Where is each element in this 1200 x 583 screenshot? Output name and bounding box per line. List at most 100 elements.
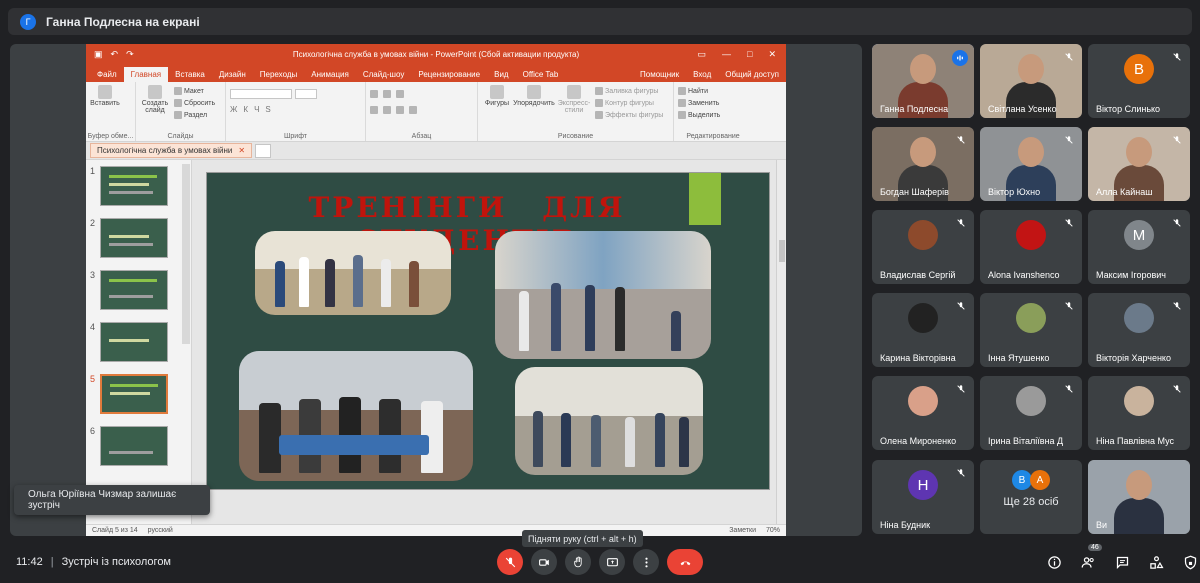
- underline-icon[interactable]: Ч: [254, 105, 259, 114]
- tell-me-button[interactable]: Помощник: [633, 67, 686, 82]
- shape-effects-button[interactable]: Эффекты фигуры: [595, 109, 663, 121]
- scrollbar-thumb[interactable]: [779, 240, 785, 262]
- participant-tile[interactable]: В Віктор Слинько: [1088, 44, 1190, 118]
- shape-outline-button[interactable]: Контур фигуры: [595, 97, 663, 109]
- align-left-icon[interactable]: [370, 106, 378, 114]
- participant-tile[interactable]: Світлана Усенко: [980, 44, 1082, 118]
- tab-animation[interactable]: Анимация: [304, 67, 356, 82]
- language-indicator[interactable]: русский: [148, 527, 173, 534]
- present-screen-button[interactable]: [599, 549, 625, 575]
- maximize-icon[interactable]: □: [747, 49, 752, 60]
- participant-tile[interactable]: Олена Мироненко: [872, 376, 974, 450]
- close-tab-icon[interactable]: ✕: [238, 146, 245, 155]
- find-button[interactable]: Найти: [678, 85, 748, 97]
- participant-tile[interactable]: В А Ще 28 осіб: [980, 460, 1082, 534]
- tab-review[interactable]: Рецензирование: [411, 67, 487, 82]
- minimize-icon[interactable]: —: [722, 49, 731, 60]
- participant-tile[interactable]: Ви: [1088, 460, 1190, 534]
- more-options-button[interactable]: [633, 549, 659, 575]
- justify-icon[interactable]: [409, 106, 417, 114]
- save-icon[interactable]: ▣: [94, 49, 103, 60]
- sign-in-link[interactable]: Вход: [686, 67, 718, 82]
- slide-thumbnail[interactable]: 4: [90, 322, 170, 366]
- reset-button[interactable]: Сбросить: [174, 97, 215, 109]
- shape-fill-button[interactable]: Заливка фигуры: [595, 85, 663, 97]
- font-group-label: Шрифт: [283, 133, 308, 140]
- font-size-input[interactable]: [295, 89, 317, 99]
- slide-thumbnail[interactable]: 3: [90, 270, 170, 314]
- tab-design[interactable]: Дизайн: [212, 67, 253, 82]
- slide-thumb-image: [100, 322, 168, 362]
- strikethrough-icon[interactable]: S: [265, 105, 270, 114]
- select-button[interactable]: Выделить: [678, 109, 748, 121]
- participant-tile[interactable]: Віктор Юхно: [980, 127, 1082, 201]
- slide-thumbnail-active[interactable]: 5: [90, 374, 170, 418]
- close-icon[interactable]: ✕: [768, 49, 776, 60]
- tab-slideshow[interactable]: Слайд-шоу: [356, 67, 411, 82]
- tab-file[interactable]: Файл: [90, 67, 124, 82]
- thumbnails-scrollbar[interactable]: [182, 164, 190, 344]
- host-controls-button[interactable]: [1180, 552, 1200, 572]
- mic-off-icon: [1170, 50, 1184, 64]
- section-button[interactable]: Раздел: [174, 109, 215, 121]
- participant-tile[interactable]: Alona Ivanshenco: [980, 210, 1082, 284]
- tab-home[interactable]: Главная: [123, 67, 169, 82]
- slide-thumbnail[interactable]: 6: [90, 426, 170, 470]
- slide-thumbnails-pane: 1 2 3 4 5 6: [86, 160, 192, 524]
- participant-tile[interactable]: Вікторія Харченко: [1088, 293, 1190, 367]
- tab-insert[interactable]: Вставка: [168, 67, 212, 82]
- new-tab-button[interactable]: [255, 143, 272, 158]
- slide-scrollbar[interactable]: [776, 160, 786, 524]
- camera-toggle-button[interactable]: [531, 549, 557, 575]
- participant-tile[interactable]: Ніна Павлівна Мус: [1088, 376, 1190, 450]
- leave-call-button[interactable]: [667, 549, 703, 575]
- participant-tile[interactable]: Владислав Сергій: [872, 210, 974, 284]
- replace-button[interactable]: Заменить: [678, 97, 748, 109]
- indent-icon[interactable]: [396, 90, 404, 98]
- font-name-input[interactable]: [230, 89, 292, 99]
- meeting-details-button[interactable]: [1044, 552, 1064, 572]
- participant-tile[interactable]: Богдан Шаферів: [872, 127, 974, 201]
- participant-tile[interactable]: М Максим Ігорович: [1088, 210, 1190, 284]
- chat-button[interactable]: [1112, 552, 1132, 572]
- align-right-icon[interactable]: [396, 106, 404, 114]
- call-controls: [497, 549, 703, 575]
- notes-button[interactable]: Заметки: [729, 527, 756, 534]
- side-panel-controls: 46: [1044, 544, 1200, 572]
- bullets-icon[interactable]: [370, 90, 378, 98]
- activities-button[interactable]: [1146, 552, 1166, 572]
- undo-icon[interactable]: ↶: [111, 49, 119, 60]
- italic-icon[interactable]: К: [243, 105, 248, 114]
- numbering-icon[interactable]: [383, 90, 391, 98]
- ppt-statusbar: Слайд 5 из 14 русский Заметки 70%: [86, 524, 786, 536]
- bold-icon[interactable]: Ж: [230, 105, 237, 114]
- people-button[interactable]: 46: [1078, 544, 1102, 572]
- layout-icon: [174, 87, 182, 95]
- participant-tile[interactable]: Ганна Подлесна: [872, 44, 974, 118]
- raise-hand-button[interactable]: [565, 549, 591, 575]
- ribbon-options-icon[interactable]: ▭: [698, 49, 707, 60]
- share-button[interactable]: Общий доступ: [718, 67, 786, 82]
- redo-icon[interactable]: ↷: [126, 49, 134, 60]
- tab-office-tab[interactable]: Office Tab: [516, 67, 566, 82]
- meeting-info: 11:42 | Зустріч із психологом: [16, 556, 171, 568]
- align-center-icon[interactable]: [383, 106, 391, 114]
- slide-thumbnail[interactable]: 2: [90, 218, 170, 262]
- participant-tile[interactable]: Ірина Віталіївна Д: [980, 376, 1082, 450]
- slide-number: 2: [90, 218, 96, 228]
- participant-tile[interactable]: Алла Кайнаш: [1088, 127, 1190, 201]
- current-slide[interactable]: ТРЕНІНГИ ДЛЯ СТУДЕНТІВ: [206, 172, 770, 490]
- slide-thumbnail[interactable]: 1: [90, 166, 170, 210]
- zoom-level[interactable]: 70%: [766, 527, 780, 534]
- slide-thumb-image: [100, 374, 168, 414]
- participant-tile[interactable]: Н Ніна Будник: [872, 460, 974, 534]
- document-tab[interactable]: Психологічна служба в умовах війни ✕: [90, 143, 253, 158]
- slides-group: Создать слайд Макет Сбросить Раздел Слай…: [136, 82, 226, 141]
- paste-button[interactable]: Вставить: [90, 85, 120, 107]
- tab-view[interactable]: Вид: [487, 67, 515, 82]
- tab-transitions[interactable]: Переходы: [253, 67, 305, 82]
- participant-tile[interactable]: Карина Вікторівна: [872, 293, 974, 367]
- layout-button[interactable]: Макет: [174, 85, 215, 97]
- participant-tile[interactable]: Інна Ятушенко: [980, 293, 1082, 367]
- mic-toggle-button[interactable]: [497, 549, 523, 575]
